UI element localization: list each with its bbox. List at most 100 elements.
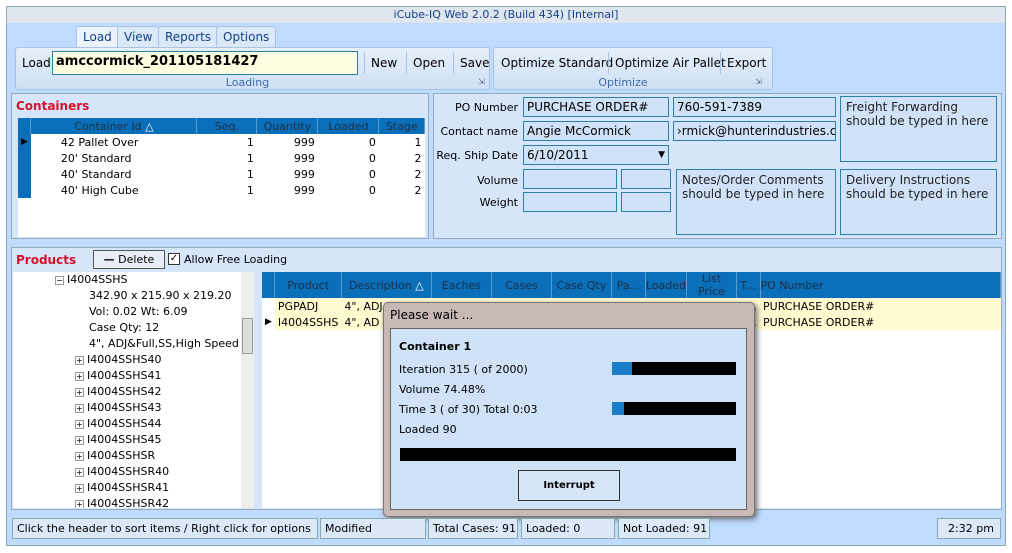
new-button[interactable]: New — [364, 52, 403, 74]
tree-node[interactable]: − I4004SSHS — [13, 272, 253, 288]
allow-free-loading-label: Allow Free Loading — [184, 253, 288, 266]
dialog-title: Please wait ... — [390, 308, 474, 322]
optimize-standard-button[interactable]: Optimize Standard — [495, 52, 619, 74]
interrupt-button[interactable]: Interrupt — [518, 470, 620, 501]
tree-node[interactable]: + I4004SSHSR41 — [13, 480, 253, 496]
time-text: Time 3 ( of 30) Total 0:03 — [399, 403, 538, 416]
tab-reports[interactable]: Reports — [158, 26, 219, 47]
expand-icon[interactable]: + — [75, 468, 84, 477]
expand-icon[interactable]: + — [75, 436, 84, 445]
tree-node[interactable]: 342.90 x 215.90 x 219.20 — [13, 288, 253, 304]
weight-unit-input[interactable] — [621, 192, 671, 212]
tree-node[interactable]: 4", ADJ&Full,SS,High Speed 1" — [13, 336, 253, 352]
tree-node[interactable]: + I4004SSHS40 — [13, 352, 253, 368]
table-row[interactable]: ▶ 42 Pallet Over 1 999 0 1 — [18, 134, 425, 150]
dialog-launcher-icon[interactable]: ⇲ — [755, 77, 762, 86]
tree-node[interactable]: Case Qty: 12 — [13, 320, 253, 336]
table-row[interactable]: 40' Standard 1 999 0 2 — [18, 166, 425, 182]
open-button[interactable]: Open — [406, 52, 451, 74]
products-title: Products — [16, 253, 77, 267]
notes-textarea[interactable]: Notes/Order Comments should be typed in … — [676, 169, 836, 235]
tree-node[interactable]: + I4004SSHS41 — [13, 368, 253, 384]
po-number-input[interactable]: PURCHASE ORDER# — [523, 97, 669, 117]
col-header[interactable]: Pa... — [611, 272, 646, 298]
expand-icon[interactable]: + — [75, 500, 84, 508]
tree-node-label: I4004SSHS — [67, 273, 128, 286]
col-header[interactable]: T... — [736, 272, 761, 298]
volume-unit-input[interactable] — [621, 169, 671, 189]
delete-button[interactable]: — Delete — [93, 250, 165, 269]
expand-icon[interactable]: + — [75, 404, 84, 413]
expand-icon[interactable]: + — [75, 420, 84, 429]
tree-node[interactable]: + I4004SSHS45 — [13, 432, 253, 448]
col-container-id[interactable]: Container Id △ — [30, 118, 198, 134]
row-selector[interactable] — [18, 166, 31, 182]
tree-node-label: I4004SSHS44 — [87, 417, 162, 430]
email-input[interactable]: ›rmick@hunterindustries.com — [673, 121, 836, 141]
col-header[interactable]: Eaches — [431, 272, 492, 298]
volume-input[interactable] — [523, 169, 617, 189]
save-button[interactable]: Save — [453, 52, 495, 74]
col-header[interactable]: Case Qty — [551, 272, 612, 298]
expand-icon[interactable]: + — [75, 356, 84, 365]
cell: 999 — [293, 183, 315, 197]
col-header[interactable]: Cases — [491, 272, 552, 298]
optimize-air-pallet-button[interactable]: Optimize Air Pallet — [608, 52, 732, 74]
row-selector[interactable] — [262, 298, 275, 314]
load-name-input[interactable]: amccormick_201105181427 — [52, 51, 358, 75]
tree-node-label: I4004SSHS41 — [87, 369, 162, 382]
contact-name-input[interactable]: Angie McCormick — [523, 121, 669, 141]
phone-input[interactable]: 760-591-7389 — [673, 97, 836, 117]
tree-node-label: 4", ADJ&Full,SS,High Speed 1" — [89, 337, 253, 350]
cell: 2 — [414, 167, 422, 181]
tree-node[interactable]: + I4004SSHSR40 — [13, 464, 253, 480]
volume-text: Volume 74.48% — [399, 383, 486, 396]
cell: 999 — [293, 135, 315, 149]
expand-icon[interactable]: + — [75, 388, 84, 397]
load-label: Load — [22, 56, 51, 70]
col-seq[interactable]: Seq. — [196, 118, 258, 134]
row-selector[interactable] — [18, 150, 31, 166]
expand-icon[interactable]: + — [75, 484, 84, 493]
export-button[interactable]: Export — [720, 52, 772, 74]
tree-node[interactable]: + I4004SSHS42 — [13, 384, 253, 400]
tab-load[interactable]: Load — [76, 26, 119, 47]
col-stage[interactable]: Stage — [378, 118, 425, 134]
allow-free-loading-checkbox[interactable]: ✓ — [168, 253, 180, 265]
weight-input[interactable] — [523, 192, 617, 212]
scrollbar-thumb[interactable] — [242, 318, 253, 354]
cell: 0 — [368, 151, 376, 165]
tab-options[interactable]: Options — [216, 26, 277, 47]
table-row[interactable]: 20' Standard 1 999 0 2 — [18, 150, 425, 166]
iteration-progress-bar — [612, 362, 736, 375]
col-header[interactable]: Loaded — [645, 272, 688, 298]
tree-node[interactable]: + I4004SSHS43 — [13, 400, 253, 416]
col-quantity[interactable]: Quantity — [256, 118, 319, 134]
expand-icon[interactable]: + — [75, 452, 84, 461]
tree-node[interactable]: + I4004SSHSR42 — [13, 496, 253, 508]
status-loaded: Loaded: 0 — [521, 518, 615, 539]
tree-node-label: I4004SSHSR40 — [87, 465, 170, 478]
dialog-launcher-icon[interactable]: ⇲ — [478, 77, 485, 86]
freight-forwarding-textarea[interactable]: Freight Forwarding should be typed in he… — [840, 96, 997, 162]
expand-icon[interactable]: + — [75, 372, 84, 381]
row-selector[interactable] — [18, 182, 31, 198]
col-header[interactable]: List Price — [686, 272, 738, 298]
tree-node-label: Case Qty: 12 — [89, 321, 160, 334]
row-selector[interactable]: ▶ — [18, 134, 31, 150]
delivery-instructions-textarea[interactable]: Delivery Instructions should be typed in… — [840, 169, 997, 235]
row-selector[interactable]: ▶ — [262, 314, 275, 330]
tree-scrollbar[interactable] — [241, 272, 254, 508]
col-loaded[interactable]: Loaded — [317, 118, 380, 134]
col-header[interactable]: PO Number — [760, 272, 1002, 298]
tab-view[interactable]: View — [117, 26, 160, 47]
tree-node[interactable]: + I4004SSHS44 — [13, 416, 253, 432]
collapse-icon[interactable]: − — [55, 276, 64, 285]
tree-node[interactable]: Vol: 0.02 Wt: 6.09 — [13, 304, 253, 320]
col-header[interactable]: Description △ — [341, 272, 432, 298]
minus-icon: — — [103, 253, 115, 266]
ship-date-picker[interactable]: 6/10/2011 ▼ — [523, 145, 669, 165]
table-row[interactable]: 40' High Cube 1 999 0 2 — [18, 182, 425, 198]
col-header[interactable]: Product — [274, 272, 342, 298]
tree-node[interactable]: + I4004SSHSR — [13, 448, 253, 464]
